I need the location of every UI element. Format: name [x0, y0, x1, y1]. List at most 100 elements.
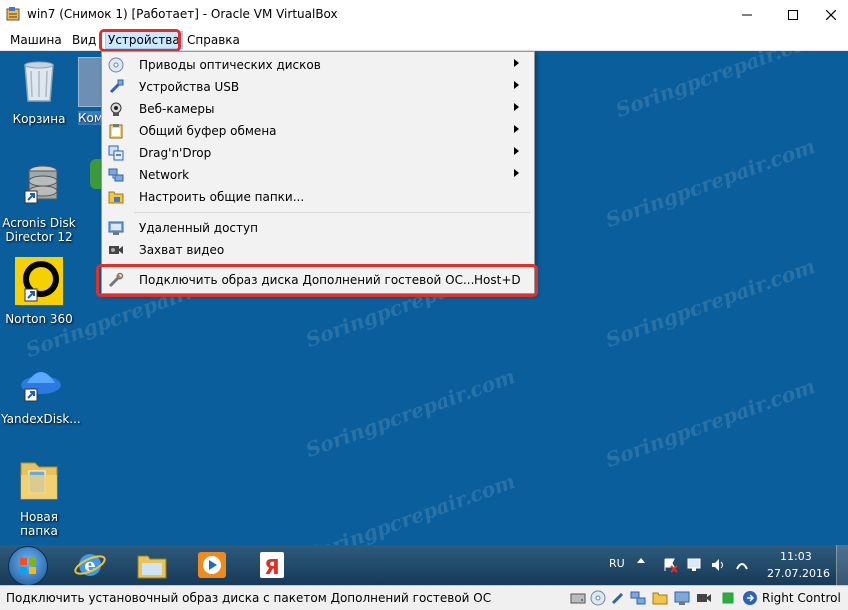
watermark: Soringpcrepair.com	[602, 133, 819, 233]
optical-drive-indicator-icon[interactable]	[590, 590, 606, 606]
start-button[interactable]	[8, 546, 48, 586]
cpu-indicator-icon[interactable]	[720, 590, 736, 606]
yandex-browser-icon: Я	[260, 552, 284, 579]
menu-item-label: Устройства USB	[139, 80, 240, 94]
menu-separator	[134, 212, 530, 213]
watermark: Soringpcrepair.com	[302, 468, 519, 545]
desktop-icon-computer[interactable]: Ком	[78, 57, 102, 125]
taskbar-media-player[interactable]	[192, 548, 232, 582]
devices-dropdown-menu: Приводы оптических дисков Устройства USB…	[101, 51, 535, 294]
menu-machine[interactable]: Машина	[8, 32, 64, 48]
desktop-icon-recycle-bin[interactable]: Корзина	[1, 57, 77, 126]
clock-date[interactable]: 27.07.2016	[767, 567, 830, 580]
desktop-icon-label: Ком	[78, 111, 102, 125]
menu-devices[interactable]: Устройства	[105, 31, 183, 49]
menu-item-optical-drives[interactable]: Приводы оптических дисков	[104, 54, 532, 76]
usb-icon	[109, 79, 124, 94]
hard-disk-indicator-icon[interactable]	[570, 590, 586, 606]
watermark: Soringpcrepair.com	[612, 51, 829, 123]
folder-icon	[20, 462, 58, 500]
show-hidden-icons-icon[interactable]	[637, 558, 645, 563]
remote-display-icon	[108, 221, 124, 235]
network-tray-icon[interactable]	[686, 557, 702, 573]
shared-folders-indicator-icon[interactable]	[652, 590, 668, 606]
explorer-icon	[137, 555, 167, 579]
guest-additions-icon	[108, 272, 124, 288]
svg-text:Я: Я	[264, 555, 279, 579]
menu-item-network[interactable]: Network	[104, 164, 532, 186]
menu-item-remote-display[interactable]: Удаленный доступ	[104, 217, 532, 239]
desktop-icon-acronis[interactable]: Acronis Disk Director 12	[1, 161, 77, 244]
language-indicator[interactable]: RU	[609, 557, 625, 570]
desktop-icon-norton[interactable]: Norton 360	[1, 257, 77, 326]
submenu-arrow-icon	[514, 81, 519, 89]
media-player-icon	[198, 552, 226, 578]
taskbar-explorer[interactable]	[132, 548, 172, 582]
menu-item-label: Захват видео	[139, 243, 225, 257]
maximize-icon	[788, 10, 798, 20]
menu-item-shared-folders[interactable]: Настроить общие папки...	[104, 186, 532, 208]
menu-item-usb[interactable]: Устройства USB	[104, 76, 532, 98]
computer-icon	[78, 57, 102, 107]
minimize-button[interactable]	[724, 0, 770, 30]
window-titlebar: win7 (Снимок 1) [Работает] - Oracle VM V…	[0, 0, 848, 30]
menu-item-label: Удаленный доступ	[139, 221, 258, 235]
status-bar: Подключить установочный образ диска с па…	[0, 585, 848, 610]
minimize-icon	[742, 14, 752, 16]
menu-item-shared-clipboard[interactable]: Общий буфер обмена	[104, 120, 532, 142]
submenu-arrow-icon	[514, 147, 519, 155]
yandex-disk-icon	[21, 372, 61, 402]
desktop-icon-label: Новая папка	[19, 510, 58, 538]
menu-item-video-capture[interactable]: Захват видео	[104, 239, 532, 261]
drag-drop-icon	[108, 145, 124, 161]
watermark: Soringpcrepair.com	[602, 373, 819, 473]
menu-item-drag-and-drop[interactable]: Drag'n'Drop	[104, 142, 532, 164]
close-button[interactable]	[808, 0, 848, 30]
desktop-icon-label: Norton 360	[5, 312, 73, 326]
menu-item-label: Приводы оптических дисков	[139, 58, 321, 72]
submenu-arrow-icon	[514, 103, 519, 111]
submenu-arrow-icon	[514, 125, 519, 133]
network-indicator-icon[interactable]	[630, 590, 646, 606]
internet-explorer-icon: e	[74, 554, 106, 576]
guest-taskbar: e Я RU 11:03 27.07.2016	[0, 545, 848, 586]
menu-item-label: Подключить образ диска Дополнений гостев…	[139, 273, 475, 287]
menu-view[interactable]: Вид	[70, 32, 98, 48]
menu-item-label: Drag'n'Drop	[139, 146, 212, 160]
webcam-icon	[110, 102, 122, 116]
desktop-icon-label: YandexDisk...	[1, 412, 81, 426]
menu-item-insert-guest-additions[interactable]: Подключить образ диска Дополнений гостев…	[104, 269, 532, 291]
safely-remove-icon[interactable]	[734, 557, 750, 573]
watermark: Soringpcrepair.com	[602, 253, 819, 353]
desktop-icon-yandex-disk[interactable]: YandexDisk...	[1, 357, 81, 426]
video-capture-indicator-icon[interactable]	[696, 590, 712, 606]
optical-disc-icon	[108, 57, 124, 73]
menu-bar: Машина Вид Устройства Справка	[0, 30, 848, 51]
usb-indicator-icon[interactable]	[610, 590, 626, 606]
menu-item-label: Общий буфер обмена	[139, 124, 277, 138]
taskbar-yandex[interactable]: Я	[252, 548, 292, 582]
desktop-icon-new-folder[interactable]: Новая папка	[1, 455, 77, 538]
watermark: Soringpcrepair.com	[302, 363, 519, 463]
display-indicator-icon[interactable]	[674, 590, 690, 606]
windows-logo-icon	[20, 558, 36, 574]
submenu-arrow-icon	[514, 59, 519, 67]
status-message: Подключить установочный образ диска с па…	[6, 591, 492, 605]
menu-item-webcams[interactable]: Веб-камеры	[104, 98, 532, 120]
show-desktop-button[interactable]	[836, 545, 848, 585]
desktop-icon-label: Корзина	[12, 112, 66, 126]
close-icon	[826, 10, 836, 20]
taskbar-ie[interactable]: e	[70, 548, 110, 582]
clock-time[interactable]: 11:03	[780, 550, 812, 563]
desktop-icon-label: Acronis Disk Director 12	[2, 216, 76, 244]
window-title: win7 (Снимок 1) [Работает] - Oracle VM V…	[27, 7, 338, 21]
shared-folder-icon	[108, 191, 124, 204]
menu-item-shortcut: Host+D	[474, 273, 521, 287]
host-key-arrow-icon[interactable]	[742, 590, 758, 606]
menu-help[interactable]: Справка	[185, 32, 242, 48]
virtualbox-icon	[6, 7, 20, 21]
host-key-label: Right Control	[762, 591, 841, 605]
submenu-arrow-icon	[514, 169, 519, 177]
volume-icon[interactable]	[710, 557, 726, 573]
action-center-icon[interactable]	[662, 557, 678, 573]
